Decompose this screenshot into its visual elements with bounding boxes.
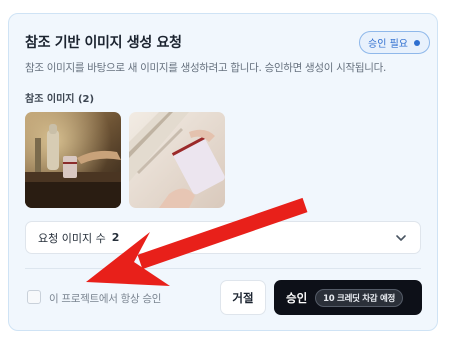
reference-image-2-picture <box>129 112 225 208</box>
request-count-label: 요청 이미지 수 <box>38 231 106 245</box>
chevron-down-icon <box>396 235 406 241</box>
reject-button[interactable]: 거절 <box>220 280 266 315</box>
reference-images-label: 참조 이미지 (2) <box>25 94 95 105</box>
card-description: 참조 이미지를 바탕으로 새 이미지를 생성하려고 합니다. 승인하면 생성이 … <box>25 62 387 74</box>
request-count-select[interactable]: 요청 이미지 수 2 <box>25 221 421 254</box>
reference-image-1-picture <box>25 112 121 208</box>
approve-button[interactable]: 승인 10 크레딧 차감 예정 <box>274 280 422 315</box>
approve-button-label: 승인 <box>286 290 308 305</box>
always-approve-label: 이 프로젝트에서 항상 승인 <box>49 293 162 305</box>
request-count-value: 2 <box>111 231 120 244</box>
card-title: 참조 기반 이미지 생성 요청 <box>25 35 182 51</box>
always-approve-checkbox[interactable] <box>27 290 41 304</box>
reference-image-1[interactable] <box>25 112 121 208</box>
badge-label: 승인 필요 <box>368 39 408 50</box>
approval-required-badge: 승인 필요 <box>359 31 430 54</box>
approval-card: 참조 기반 이미지 생성 요청 승인 필요 참조 이미지를 바탕으로 새 이미지… <box>8 13 438 331</box>
credit-cost-badge: 10 크레딧 차감 예정 <box>315 288 404 307</box>
reference-image-2[interactable] <box>129 112 225 208</box>
divider <box>25 268 421 269</box>
status-dot-icon <box>413 39 420 46</box>
reject-button-label: 거절 <box>232 290 254 305</box>
